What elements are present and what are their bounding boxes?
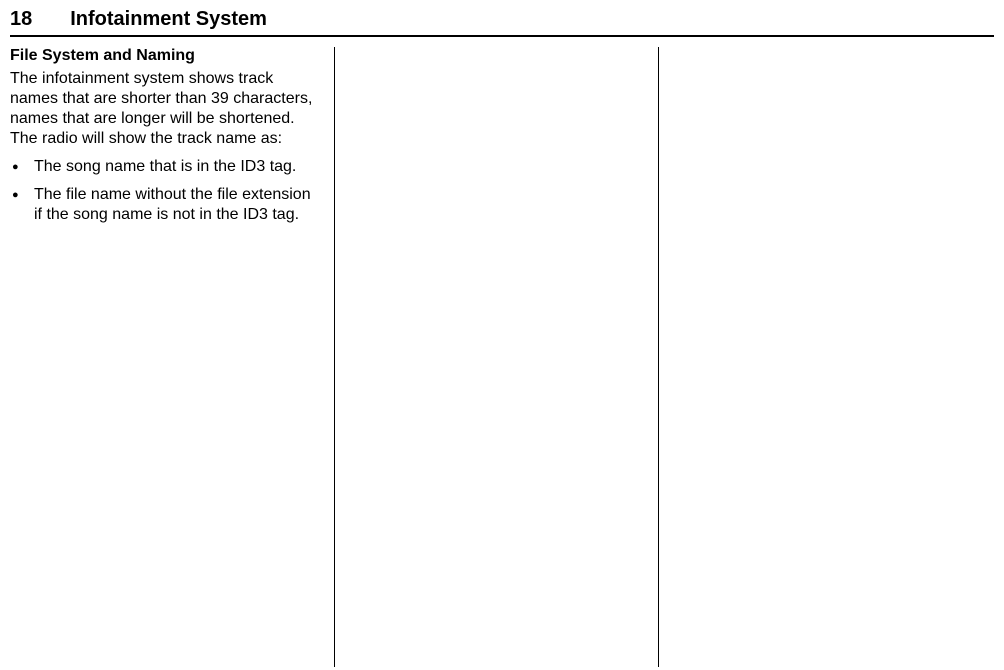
bullet-list: The song name that is in the ID3 tag. Th… <box>10 157 320 225</box>
list-item: The song name that is in the ID3 tag. <box>10 157 320 177</box>
page-number: 18 <box>10 8 32 31</box>
section-heading: File System and Naming <box>10 47 320 65</box>
list-item: The file name without the file extension… <box>10 185 320 225</box>
column-2 <box>335 47 660 667</box>
page-title: Infotainment System <box>70 8 267 31</box>
column-1: File System and Naming The infotainment … <box>10 47 335 667</box>
page-header: 18 Infotainment System <box>10 8 994 37</box>
column-3 <box>659 47 984 667</box>
document-page: 18 Infotainment System File System and N… <box>0 0 1004 667</box>
body-paragraph: The infotainment system shows track name… <box>10 69 320 149</box>
content-area: File System and Naming The infotainment … <box>10 47 994 667</box>
